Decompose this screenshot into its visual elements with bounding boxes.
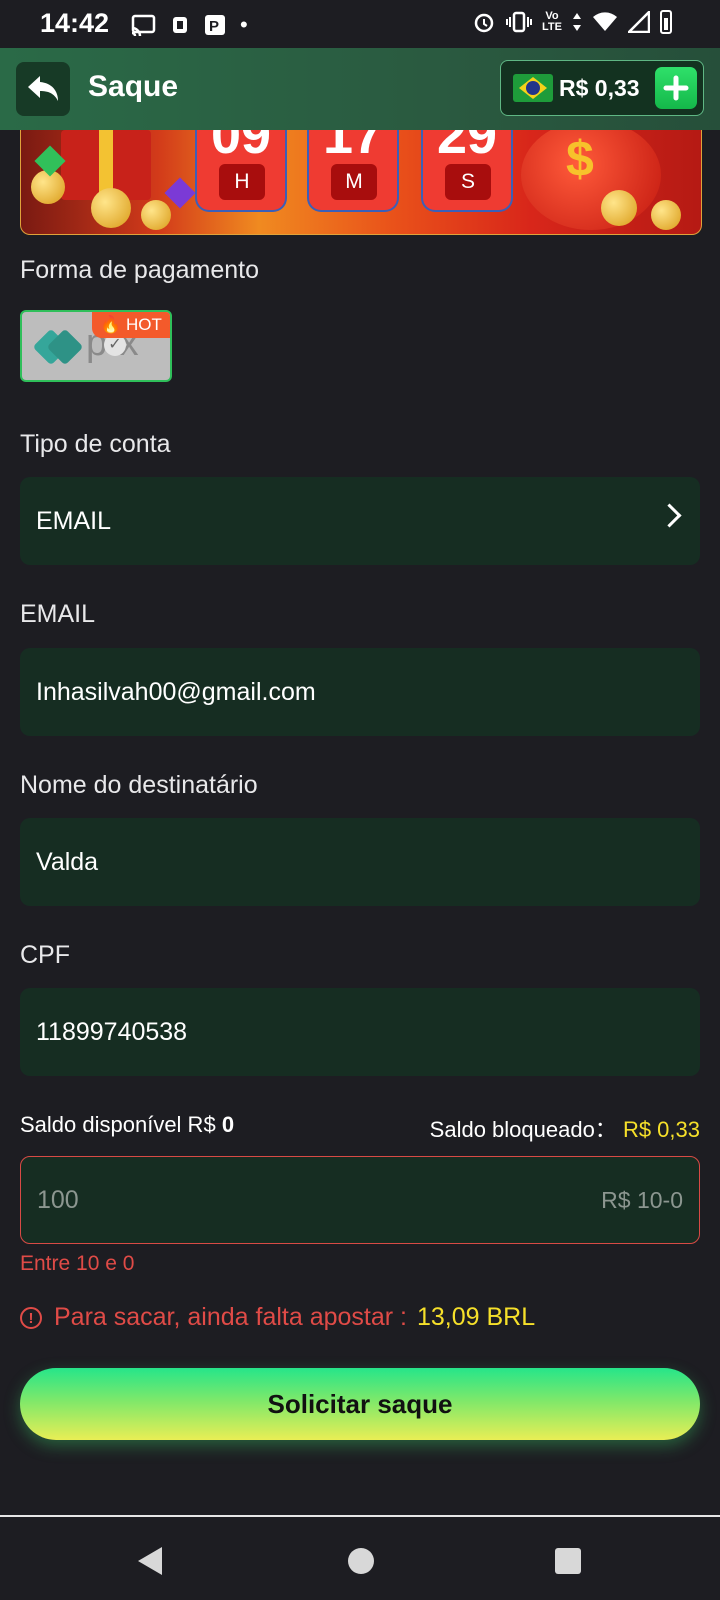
wifi-icon [593, 12, 617, 31]
promo-banner[interactable]: $ 09 H 17 M 29 S [20, 130, 702, 235]
coin-decoration [651, 200, 681, 230]
coin-decoration [601, 190, 637, 226]
recipient-name-label: Nome do destinatário [20, 771, 258, 799]
parking-app-icon: P [205, 15, 225, 35]
volte-line2: LTE [542, 21, 562, 33]
reply-arrow-icon [28, 76, 58, 101]
timer-minutes-unit: M [331, 164, 377, 200]
available-balance-value: 0 [221, 1112, 235, 1137]
cpf-label: CPF [20, 941, 70, 969]
timer-seconds-unit: S [445, 164, 491, 200]
withdraw-amount-input[interactable]: 100 R$ 10-0 [20, 1156, 700, 1244]
bet-warning-amount: 13,09 BRL [417, 1303, 536, 1331]
add-balance-button[interactable] [655, 67, 697, 109]
timer-hours-value: 09 [210, 130, 272, 165]
cpf-field[interactable]: 11899740538 [20, 988, 700, 1076]
coin-decoration [91, 188, 131, 228]
status-time: 14:42 [40, 8, 110, 38]
hot-badge: 🔥 HOT [92, 312, 170, 338]
system-nav-bar [0, 1517, 720, 1600]
payment-method-label: Forma de pagamento [20, 256, 260, 284]
battery-icon [660, 10, 672, 34]
cpf-value: 11899740538 [36, 1018, 188, 1046]
alarm-icon [474, 13, 494, 33]
blocked-balance-label: Saldo bloqueado： [429, 1117, 617, 1142]
email-label: EMAIL [20, 600, 96, 628]
coin-decoration [141, 200, 171, 230]
account-type-value: EMAIL [36, 507, 112, 535]
nav-recents-icon[interactable] [555, 1548, 581, 1574]
vibrate-icon [506, 11, 533, 33]
timer-minutes: 17 M [307, 130, 399, 212]
hot-badge-text: HOT [126, 315, 162, 334]
amount-error: Entre 10 e 0 [20, 1252, 135, 1275]
amount-placeholder: 100 [37, 1186, 79, 1214]
status-right-icons: Vo LTE [472, 10, 672, 34]
status-bar: 14:42 P • Vo LTE [0, 0, 720, 48]
timer-seconds: 29 S [421, 130, 513, 212]
bet-requirement-warning: ! Para sacar, ainda falta apostar : 13,0… [20, 1303, 535, 1332]
available-balance: Saldo disponível R$ 0 [20, 1112, 234, 1138]
brazil-flag-icon [513, 74, 553, 102]
chevron-right-icon [657, 503, 682, 528]
cast-icon [131, 14, 156, 36]
email-field[interactable]: Inhasilvah00@gmail.com [20, 648, 700, 736]
alert-circle-icon: ! [20, 1306, 42, 1329]
timer-hours: 09 H [195, 130, 287, 212]
data-arrows-icon [573, 13, 581, 31]
balance-amount: R$ 0,33 [559, 74, 640, 101]
nav-home-icon[interactable] [348, 1548, 374, 1574]
app-header: Saque R$ 0,33 [0, 48, 720, 130]
signal-icon [628, 11, 650, 33]
balance-row: Saldo disponível R$ 0 Saldo bloqueado： R… [20, 1112, 700, 1142]
nav-back-icon[interactable] [138, 1547, 162, 1575]
volte-indicator: Vo LTE [542, 11, 562, 33]
timer-hours-unit: H [219, 164, 265, 200]
request-withdrawal-button[interactable]: Solicitar saque [20, 1368, 700, 1440]
recipient-name-field[interactable]: Valda [20, 818, 700, 906]
account-type-label: Tipo de conta [20, 430, 171, 458]
plus-icon [663, 75, 689, 101]
flame-icon: 🔥 [100, 315, 122, 334]
status-left-icons: P • [130, 12, 248, 38]
sim-icon [173, 17, 187, 33]
svg-text:P: P [209, 18, 219, 35]
amount-range: R$ 10-0 [601, 1187, 683, 1213]
page-title: Saque [88, 70, 179, 103]
notification-dot-icon: • [240, 12, 248, 37]
blocked-balance-value: R$ 0,33 [622, 1117, 700, 1142]
available-balance-label: Saldo disponível R$ [20, 1112, 216, 1137]
dollar-sign-decoration: $ [566, 131, 594, 187]
bet-warning-text: Para sacar, ainda falta apostar : [54, 1303, 407, 1331]
back-button[interactable] [16, 62, 70, 116]
email-value: Inhasilvah00@gmail.com [36, 678, 316, 706]
pix-payment-option[interactable]: pix ✓ 🔥 HOT [20, 310, 172, 382]
account-type-select[interactable]: EMAIL [20, 477, 700, 565]
balance-display[interactable]: R$ 0,33 [500, 60, 704, 116]
recipient-name-value: Valda [36, 848, 99, 876]
timer-minutes-value: 17 [322, 130, 384, 165]
blocked-balance: Saldo bloqueado： R$ 0,33 [430, 1112, 700, 1144]
gem-decoration [164, 177, 196, 209]
timer-seconds-value: 29 [436, 130, 498, 165]
